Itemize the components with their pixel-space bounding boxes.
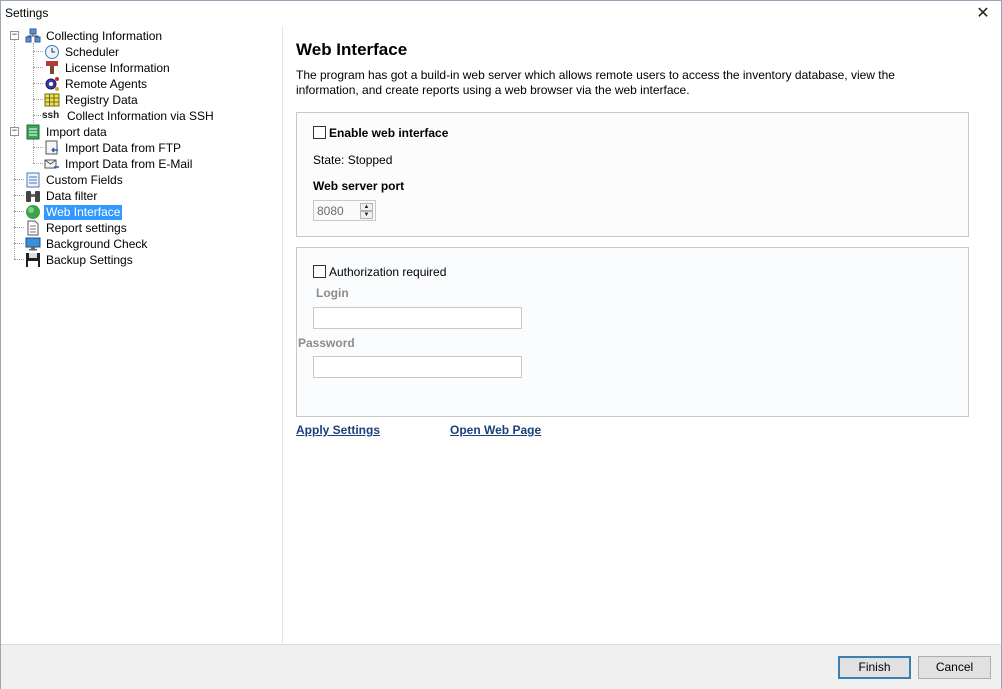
- registry-grid-icon: [44, 92, 60, 108]
- floppy-icon: [25, 252, 41, 268]
- tree-item-label: Import Data from E-Mail: [65, 156, 193, 171]
- tree-item-import-email[interactable]: Import Data from E-Mail: [44, 156, 194, 172]
- tree-item-label: Backup Settings: [46, 252, 133, 267]
- tree-item-label: License Information: [65, 60, 170, 75]
- tree-item-ssh[interactable]: ssh Collect Information via SSH: [42, 108, 216, 124]
- tree-item-registry-data[interactable]: Registry Data: [44, 92, 140, 108]
- spin-down-icon[interactable]: ▼: [360, 211, 373, 219]
- ftp-import-icon: [44, 140, 60, 156]
- authorization-required-checkbox[interactable]: [313, 265, 326, 278]
- email-import-icon: [44, 156, 60, 172]
- tree-item-remote-agents[interactable]: Remote Agents: [44, 76, 149, 92]
- login-label: Login: [316, 286, 349, 300]
- binoculars-icon: [25, 188, 41, 204]
- authorization-group: Authorization required Login Password: [296, 247, 969, 417]
- collapse-collecting-icon[interactable]: −: [10, 31, 19, 40]
- clock-icon: [44, 44, 60, 60]
- gear-agents-icon: [44, 76, 60, 92]
- window-title: Settings: [5, 6, 49, 20]
- ssh-icon: ssh: [42, 110, 60, 121]
- tree-item-label: Import data: [46, 124, 107, 139]
- page-title: Web Interface: [296, 40, 408, 59]
- port-value: 8080: [317, 204, 344, 218]
- network-icon: [25, 28, 41, 44]
- enable-web-interface-checkbox[interactable]: [313, 126, 326, 139]
- title-bar: Settings ✕: [1, 1, 1001, 26]
- enable-web-interface-label: Enable web interface: [329, 126, 449, 140]
- tree-item-label: Remote Agents: [65, 76, 148, 91]
- web-server-port-spinner[interactable]: 8080 ▲ ▼: [313, 200, 376, 221]
- close-icon[interactable]: ✕: [971, 3, 995, 25]
- globe-icon: [25, 204, 41, 220]
- tree-item-import-ftp[interactable]: Import Data from FTP: [44, 140, 183, 156]
- settings-tree: − − Collecting Information Scheduler Lic…: [1, 26, 283, 644]
- spin-up-icon[interactable]: ▲: [360, 203, 373, 211]
- tree-item-background-check[interactable]: Background Check: [25, 236, 149, 252]
- tree-item-label: Data filter: [46, 188, 98, 203]
- import-icon: [25, 124, 41, 140]
- tree-item-label: Collecting Information: [46, 28, 163, 43]
- tree-item-label: Report settings: [46, 220, 127, 235]
- tree-item-backup-settings[interactable]: Backup Settings: [25, 252, 135, 268]
- monitor-icon: [25, 236, 41, 252]
- open-web-page-link[interactable]: Open Web Page: [450, 423, 541, 437]
- tree-item-license-information[interactable]: License Information: [44, 60, 172, 76]
- tree-item-scheduler[interactable]: Scheduler: [44, 44, 121, 60]
- page-description: The program has got a build-in web serve…: [296, 68, 895, 97]
- password-field[interactable]: [313, 356, 522, 378]
- settings-window: Settings ✕ − − Collecting Information Sc…: [0, 0, 1002, 689]
- server-state-text: State: Stopped: [313, 153, 393, 167]
- tree-item-label: Background Check: [46, 236, 148, 251]
- authorization-required-label: Authorization required: [329, 265, 447, 279]
- tree-item-web-interface[interactable]: Web Interface: [25, 204, 123, 220]
- password-label: Password: [298, 336, 355, 350]
- tree-item-label: Import Data from FTP: [65, 140, 182, 155]
- tree-item-label: Collect Information via SSH: [67, 108, 214, 123]
- tree-item-collecting-information[interactable]: Collecting Information: [25, 28, 164, 44]
- tree-item-label: Registry Data: [65, 92, 138, 107]
- list-icon: [25, 172, 41, 188]
- document-icon: [25, 220, 41, 236]
- tree-item-data-filter[interactable]: Data filter: [25, 188, 99, 204]
- collapse-import-icon[interactable]: −: [10, 127, 19, 136]
- license-stamp-icon: [44, 60, 60, 76]
- dialog-footer: Finish Cancel: [1, 644, 1001, 689]
- apply-settings-link[interactable]: Apply Settings: [296, 423, 380, 437]
- tree-item-label: Custom Fields: [46, 172, 123, 187]
- cancel-button[interactable]: Cancel: [918, 656, 991, 679]
- web-interface-panel: Web Interface The program has got a buil…: [284, 26, 1001, 644]
- tree-item-custom-fields[interactable]: Custom Fields: [25, 172, 125, 188]
- login-field[interactable]: [313, 307, 522, 329]
- web-server-group: Enable web interface State: Stopped Web …: [296, 112, 969, 237]
- tree-item-label: Scheduler: [65, 44, 120, 59]
- tree-item-import-data[interactable]: Import data: [25, 124, 109, 140]
- tree-item-report-settings[interactable]: Report settings: [25, 220, 129, 236]
- tree-item-label: Web Interface: [44, 204, 123, 220]
- web-server-port-label: Web server port: [313, 179, 405, 193]
- finish-button[interactable]: Finish: [838, 656, 911, 679]
